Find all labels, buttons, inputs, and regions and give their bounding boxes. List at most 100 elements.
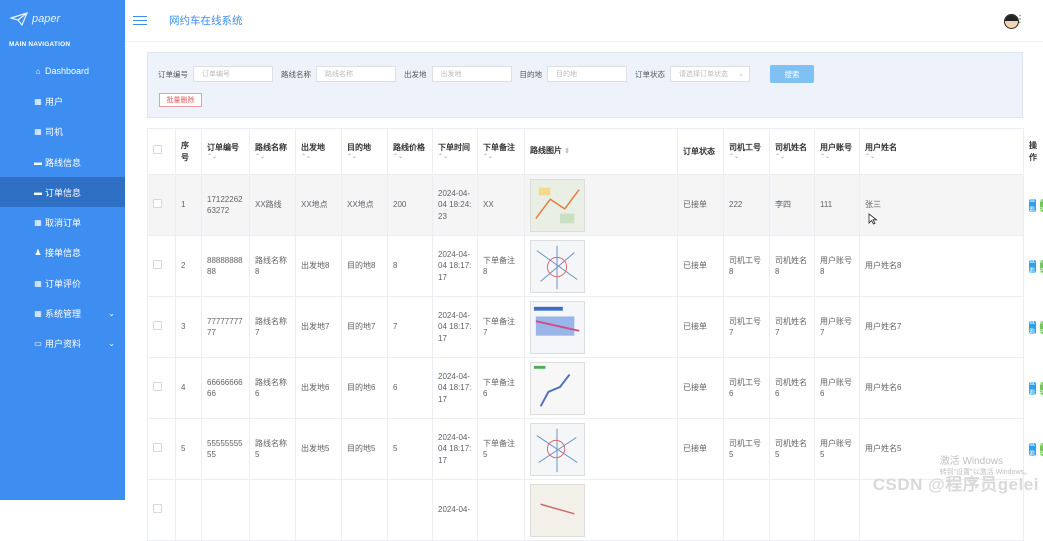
col-header[interactable]: 路线价格 ⌃⌄ xyxy=(388,129,433,175)
route-map-thumbnail[interactable] xyxy=(530,240,585,293)
cell-user_acc xyxy=(815,480,860,541)
col-header[interactable]: 路线图片 ⇕ xyxy=(525,129,678,175)
cell-status xyxy=(678,480,724,541)
sort-icon[interactable]: ⌃⌄ xyxy=(729,154,764,161)
sidebar-item-label: 系统管理 xyxy=(45,307,81,320)
from-input[interactable]: 出发地 xyxy=(432,66,512,82)
table-row[interactable]: 28888888888路线名称8出发地8目的地882024-04-04 18:1… xyxy=(148,236,1024,297)
sidebar-item-5[interactable]: ▦取消订单 xyxy=(0,207,125,237)
view-button[interactable]: 查看 xyxy=(1029,443,1036,456)
col-header[interactable]: 用户姓名⌃⌄ xyxy=(860,129,1024,175)
edit-button[interactable]: 修改 xyxy=(1040,382,1043,395)
cell-driver_name: 司机姓名5 xyxy=(770,419,815,480)
menu-toggle-icon[interactable] xyxy=(133,16,147,26)
col-header[interactable]: 订单编号⌃⌄ xyxy=(202,129,250,175)
edit-button[interactable]: 修改 xyxy=(1040,443,1043,456)
select-all-checkbox[interactable] xyxy=(153,145,162,154)
route-map-thumbnail[interactable] xyxy=(530,423,585,476)
col-header[interactable]: 目的地 ⌃⌄ xyxy=(342,129,388,175)
route-name-label: 路线名称 xyxy=(281,69,311,80)
view-button[interactable]: 查看 xyxy=(1029,382,1036,395)
status-select[interactable]: 请选择订单状态 ⌄ xyxy=(670,66,750,82)
checkbox-cell[interactable] xyxy=(148,297,176,358)
route-map-thumbnail[interactable] xyxy=(530,362,585,415)
select-all-cell[interactable] xyxy=(148,129,176,175)
status-label: 订单状态 xyxy=(635,69,665,80)
sort-icon[interactable]: ⌃⌄ xyxy=(483,154,519,161)
table-row[interactable]: 11712226263272XX路线XX地点XX地点2002024-04-04 … xyxy=(148,175,1024,236)
logo[interactable]: paper xyxy=(0,0,125,38)
sidebar-item-7[interactable]: ▦订单评价 xyxy=(0,268,125,298)
cell-price: 5 xyxy=(388,419,433,480)
row-checkbox[interactable] xyxy=(153,260,162,269)
view-button[interactable]: 查看 xyxy=(1029,199,1036,212)
checkbox-cell[interactable] xyxy=(148,419,176,480)
table-row[interactable]: 37777777777路线名称7出发地7目的地772024-04-04 18:1… xyxy=(148,297,1024,358)
row-checkbox[interactable] xyxy=(153,199,162,208)
col-header[interactable]: 出发地⌃⌄ xyxy=(296,129,342,175)
route-map-thumbnail[interactable] xyxy=(530,484,585,537)
edit-button[interactable]: 修改 xyxy=(1040,260,1043,273)
sidebar-item-1[interactable]: ▦用户 xyxy=(0,86,125,116)
row-checkbox[interactable] xyxy=(153,443,162,452)
row-checkbox[interactable] xyxy=(153,321,162,330)
col-header[interactable]: 用户账号⌃⌄ xyxy=(815,129,860,175)
route-image-cell xyxy=(525,480,678,541)
cell-from: 出发地7 xyxy=(296,297,342,358)
col-header[interactable]: 司机姓名⌃⌄ xyxy=(770,129,815,175)
col-header-label: 目的地 xyxy=(347,143,371,152)
sort-icon[interactable]: ⌃⌄ xyxy=(301,154,336,161)
sort-icon[interactable]: ⌃⌄ xyxy=(207,154,244,161)
col-header[interactable]: 路线名称 ⌃⌄ xyxy=(250,129,296,175)
edit-button[interactable]: 修改 xyxy=(1040,321,1043,334)
sort-icon[interactable]: ⌃⌄ xyxy=(438,154,472,161)
to-label: 目的地 xyxy=(520,69,543,80)
view-button[interactable]: 查看 xyxy=(1029,260,1036,273)
cell-user_acc: 用户账号5 xyxy=(815,419,860,480)
checkbox-cell[interactable] xyxy=(148,480,176,541)
checkbox-cell[interactable] xyxy=(148,236,176,297)
table-row[interactable]: 46666666666路线名称6出发地6目的地662024-04-04 18:1… xyxy=(148,358,1024,419)
sort-icon[interactable]: ⌃⌄ xyxy=(347,154,382,161)
route-map-thumbnail[interactable] xyxy=(530,301,585,354)
chevron-down-icon[interactable]: ⌄ xyxy=(108,339,115,348)
grid-icon: ▦ xyxy=(34,97,42,105)
col-header-label: 路线价格 xyxy=(393,143,425,152)
sort-icon[interactable]: ⌃⌄ xyxy=(865,154,1018,161)
col-header[interactable]: 下单时间⌃⌄ xyxy=(433,129,478,175)
col-header-label: 路线名称 xyxy=(255,143,287,152)
sort-icon[interactable]: ⌃⌄ xyxy=(775,154,809,161)
sidebar-item-9[interactable]: ▭用户资料⌄ xyxy=(0,329,125,359)
checkbox-cell[interactable] xyxy=(148,175,176,236)
sort-icon[interactable]: ⌃⌄ xyxy=(820,154,854,161)
row-checkbox[interactable] xyxy=(153,382,162,391)
route-map-thumbnail[interactable] xyxy=(530,179,585,232)
sidebar-item-6[interactable]: ♟接单信息 xyxy=(0,238,125,268)
car-icon: ▬ xyxy=(34,158,42,166)
search-button[interactable]: 搜索 xyxy=(770,65,814,83)
row-checkbox[interactable] xyxy=(153,504,162,513)
order-no-input[interactable]: 订单编号 xyxy=(193,66,273,82)
chevron-down-icon[interactable]: ⌄ xyxy=(108,309,115,318)
sidebar-item-4[interactable]: ▬订单信息 xyxy=(0,177,125,207)
sidebar-item-3[interactable]: ▬路线信息 xyxy=(0,147,125,177)
cell-order_no xyxy=(202,480,250,541)
edit-button[interactable]: 修改 xyxy=(1040,199,1043,212)
cell-route xyxy=(250,480,296,541)
view-button[interactable]: 查看 xyxy=(1029,321,1036,334)
cell-price: 200 xyxy=(388,175,433,236)
sidebar-item-0[interactable]: ⌂Dashboard xyxy=(0,56,125,86)
sidebar-item-8[interactable]: ▦系统管理⌄ xyxy=(0,298,125,328)
to-input[interactable]: 目的地 xyxy=(547,66,627,82)
sort-icon[interactable]: ⇕ xyxy=(564,148,570,155)
col-header[interactable]: 下单备注⌃⌄ xyxy=(478,129,525,175)
route-name-input[interactable]: 路线名称 xyxy=(316,66,396,82)
sort-icon[interactable]: ⌃⌄ xyxy=(255,154,290,161)
csdn-watermark: CSDN @程序员gelei xyxy=(873,470,1039,495)
batch-delete-button[interactable]: 批量删除 xyxy=(159,93,202,107)
checkbox-cell[interactable] xyxy=(148,358,176,419)
sort-icon[interactable]: ⌃⌄ xyxy=(393,154,427,161)
col-header[interactable]: 司机工号⌃⌄ xyxy=(724,129,770,175)
sidebar-item-2[interactable]: ▦司机 xyxy=(0,117,125,147)
more-vertical-icon[interactable]: ⋮ xyxy=(1015,14,1025,25)
